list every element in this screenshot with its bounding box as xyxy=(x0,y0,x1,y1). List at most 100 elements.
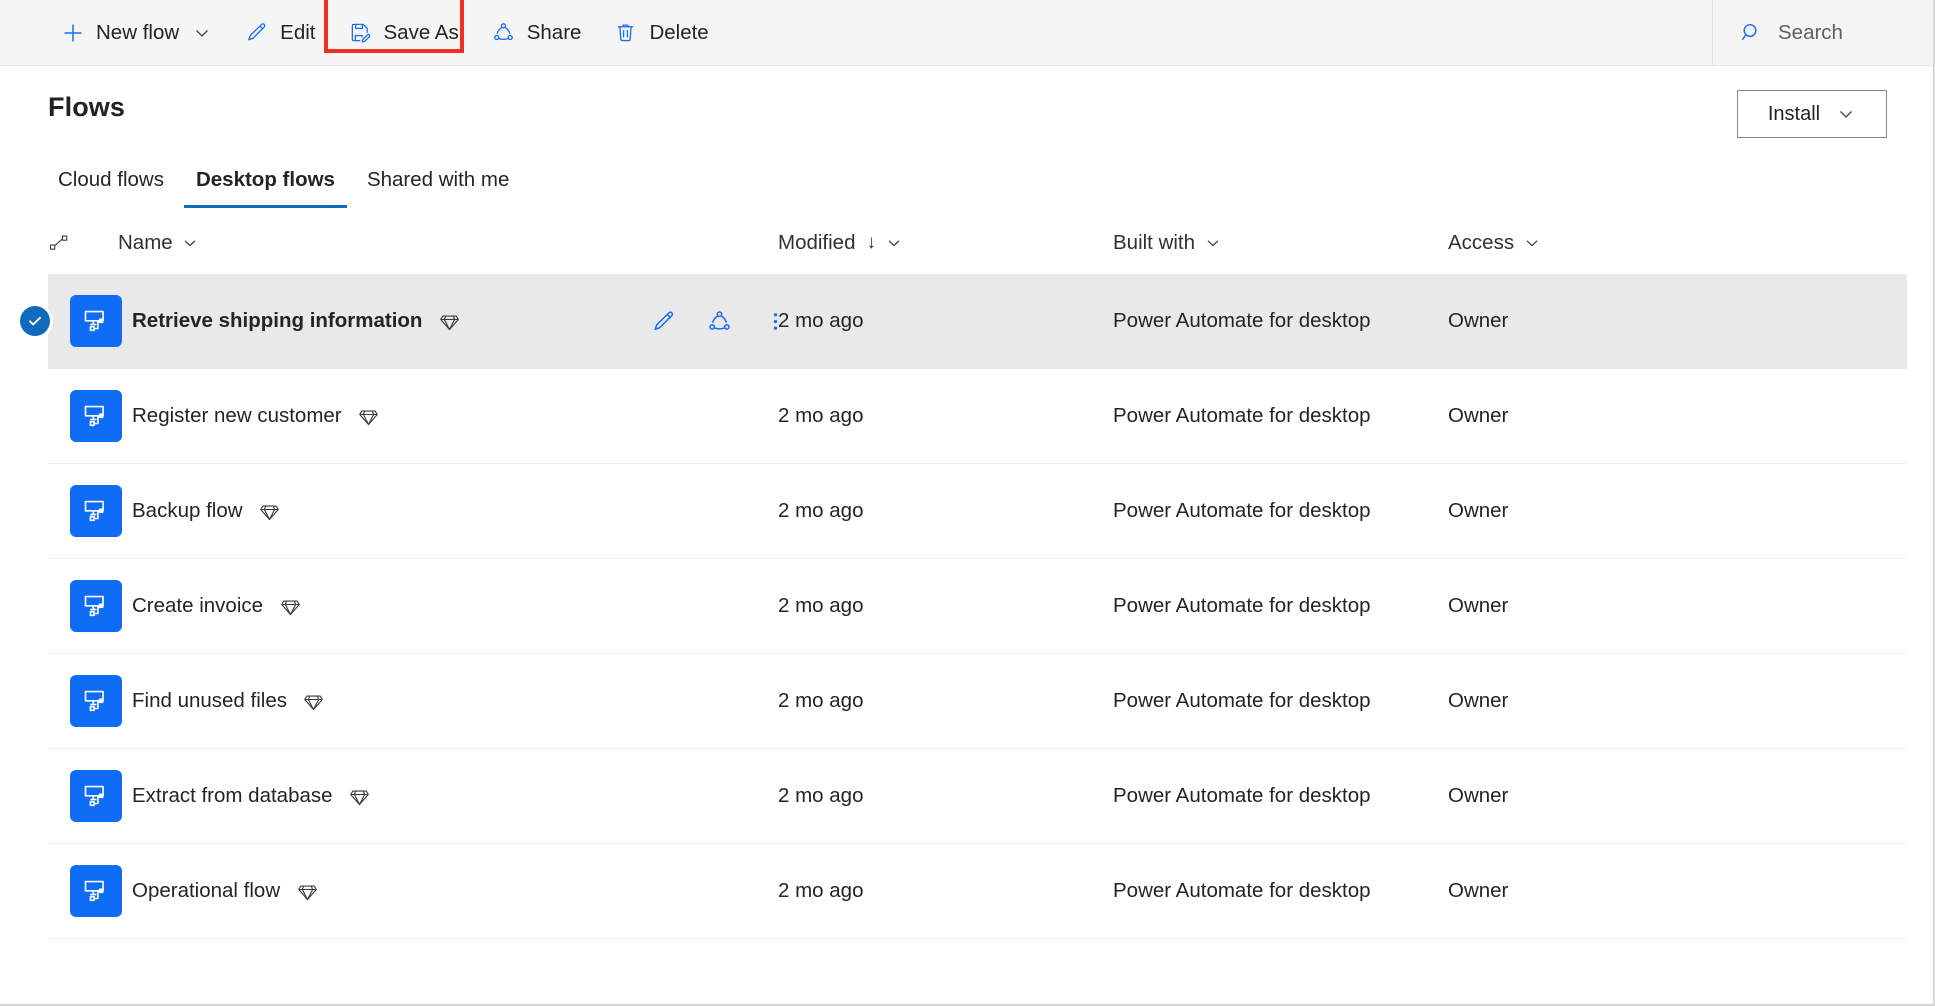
column-header-name[interactable]: Name xyxy=(118,231,778,255)
tab-cloud-flows[interactable]: Cloud flows xyxy=(44,162,178,208)
row-name-cell[interactable]: Extract from database xyxy=(118,784,778,808)
row-modified-cell: 2 mo ago xyxy=(778,309,1113,333)
row-flow-icon-cell xyxy=(48,675,122,727)
column-header-access[interactable]: Access xyxy=(1448,231,1907,255)
table-row[interactable]: Extract from database 2 mo ago Power Aut… xyxy=(48,749,1907,844)
pencil-icon xyxy=(244,20,269,45)
row-built-with-cell: Power Automate for desktop xyxy=(1113,404,1448,428)
column-header-built-with[interactable]: Built with xyxy=(1113,231,1448,255)
new-flow-button[interactable]: New flow xyxy=(44,2,228,64)
install-label: Install xyxy=(1767,102,1821,125)
row-flow-icon-cell xyxy=(48,770,122,822)
row-flow-icon-cell xyxy=(48,580,122,632)
row-flow-icon-cell xyxy=(48,485,122,537)
column-header-built-with-label: Built with xyxy=(1113,231,1196,254)
row-modified-cell: 2 mo ago xyxy=(778,784,1113,808)
delete-button[interactable]: Delete xyxy=(597,2,724,64)
row-access-cell: Owner xyxy=(1448,594,1907,618)
row-name-cell[interactable]: Create invoice xyxy=(118,594,778,618)
row-name-cell[interactable]: Register new customer xyxy=(118,404,778,428)
table-row[interactable]: Register new customer 2 mo ago Power Aut… xyxy=(48,369,1907,464)
row-name-cell[interactable]: Backup flow xyxy=(118,499,778,523)
row-checkbox-checked[interactable] xyxy=(20,306,50,336)
page-title: Flows xyxy=(48,92,126,122)
row-built-with-cell: Power Automate for desktop xyxy=(1113,879,1448,903)
row-access-label: Owner xyxy=(1448,309,1509,332)
new-flow-label: New flow xyxy=(96,20,180,44)
row-built-with-label: Power Automate for desktop xyxy=(1113,404,1371,427)
row-share-button[interactable] xyxy=(704,306,734,336)
command-bar: New flow Edit Save As Share Delete Searc… xyxy=(0,0,1933,66)
premium-diamond-icon xyxy=(358,405,380,427)
premium-diamond-icon xyxy=(279,595,301,617)
table-row[interactable]: Backup flow 2 mo ago Power Automate for … xyxy=(48,464,1907,559)
premium-diamond-icon xyxy=(296,880,318,902)
table-row[interactable]: Operational flow 2 mo ago Power Automate… xyxy=(48,844,1907,939)
row-modified-label: 2 mo ago xyxy=(778,879,864,902)
row-access-label: Owner xyxy=(1448,594,1509,617)
save-as-label: Save As xyxy=(383,20,459,44)
tab-desktop-flows[interactable]: Desktop flows xyxy=(182,162,349,208)
table-body: Retrieve shipping information 2 mo ago P… xyxy=(0,274,1933,939)
chevron-down-icon xyxy=(1836,104,1856,124)
row-modified-label: 2 mo ago xyxy=(778,784,864,807)
row-built-with-label: Power Automate for desktop xyxy=(1113,499,1371,522)
search-input[interactable]: Search xyxy=(1713,0,1933,66)
premium-diamond-icon xyxy=(303,690,325,712)
table-row[interactable]: Retrieve shipping information 2 mo ago P… xyxy=(20,274,1907,369)
row-access-cell: Owner xyxy=(1448,879,1907,903)
row-access-label: Owner xyxy=(1448,404,1509,427)
row-modified-label: 2 mo ago xyxy=(778,309,864,332)
row-access-label: Owner xyxy=(1448,689,1509,712)
save-as-icon xyxy=(348,20,373,45)
row-name-cell[interactable]: Operational flow xyxy=(118,879,778,903)
chevron-down-icon xyxy=(192,23,212,43)
row-name-label: Register new customer xyxy=(132,404,342,427)
table-row[interactable]: Find unused files 2 mo ago Power Automat… xyxy=(48,654,1907,749)
delete-label: Delete xyxy=(649,20,709,44)
save-as-button[interactable]: Save As xyxy=(332,2,475,64)
row-built-with-label: Power Automate for desktop xyxy=(1113,879,1371,902)
desktop-flow-icon xyxy=(70,675,122,727)
row-flow-icon-cell xyxy=(48,865,122,917)
row-built-with-cell: Power Automate for desktop xyxy=(1113,784,1448,808)
row-built-with-label: Power Automate for desktop xyxy=(1113,689,1371,712)
row-access-label: Owner xyxy=(1448,499,1509,522)
save-as-highlight-wrapper: Save As xyxy=(323,0,475,64)
install-button[interactable]: Install xyxy=(1737,90,1887,138)
row-modified-cell: 2 mo ago xyxy=(778,594,1113,618)
tab-list: Cloud flows Desktop flows Shared with me xyxy=(44,162,523,208)
column-header-modified[interactable]: Modified ↓ xyxy=(778,231,1113,255)
row-select-cell[interactable] xyxy=(20,306,50,336)
chevron-down-icon xyxy=(1523,235,1540,252)
desktop-flow-icon xyxy=(70,865,122,917)
row-access-label: Owner xyxy=(1448,784,1509,807)
row-edit-button[interactable] xyxy=(648,306,678,336)
row-name-label: Create invoice xyxy=(132,594,264,617)
column-header-flow-type[interactable] xyxy=(48,232,118,254)
row-access-cell: Owner xyxy=(1448,404,1907,428)
share-button[interactable]: Share xyxy=(475,2,598,64)
premium-diamond-icon xyxy=(349,785,371,807)
share-label: Share xyxy=(526,20,582,44)
row-name-cell[interactable]: Find unused files xyxy=(118,689,778,713)
row-flow-icon-cell xyxy=(48,390,122,442)
search-placeholder: Search xyxy=(1778,20,1843,44)
column-header-access-label: Access xyxy=(1448,231,1515,254)
desktop-flow-icon xyxy=(70,770,122,822)
table-row[interactable]: Create invoice 2 mo ago Power Automate f… xyxy=(48,559,1907,654)
row-modified-label: 2 mo ago xyxy=(778,404,864,427)
chevron-down-icon xyxy=(182,235,199,252)
edit-button[interactable]: Edit xyxy=(228,2,331,64)
chevron-down-icon xyxy=(1204,235,1221,252)
tab-shared-with-me-label: Shared with me xyxy=(366,168,510,191)
tab-shared-with-me[interactable]: Shared with me xyxy=(353,162,523,208)
row-more-button[interactable] xyxy=(760,306,790,336)
plus-icon xyxy=(60,20,85,45)
premium-diamond-icon xyxy=(259,500,281,522)
row-access-cell: Owner xyxy=(1448,309,1907,333)
sort-descending-icon: ↓ xyxy=(866,232,877,253)
row-access-cell: Owner xyxy=(1448,689,1907,713)
table-header-row: Name Modified ↓ Built with Access xyxy=(0,212,1933,274)
row-built-with-cell: Power Automate for desktop xyxy=(1113,309,1448,333)
